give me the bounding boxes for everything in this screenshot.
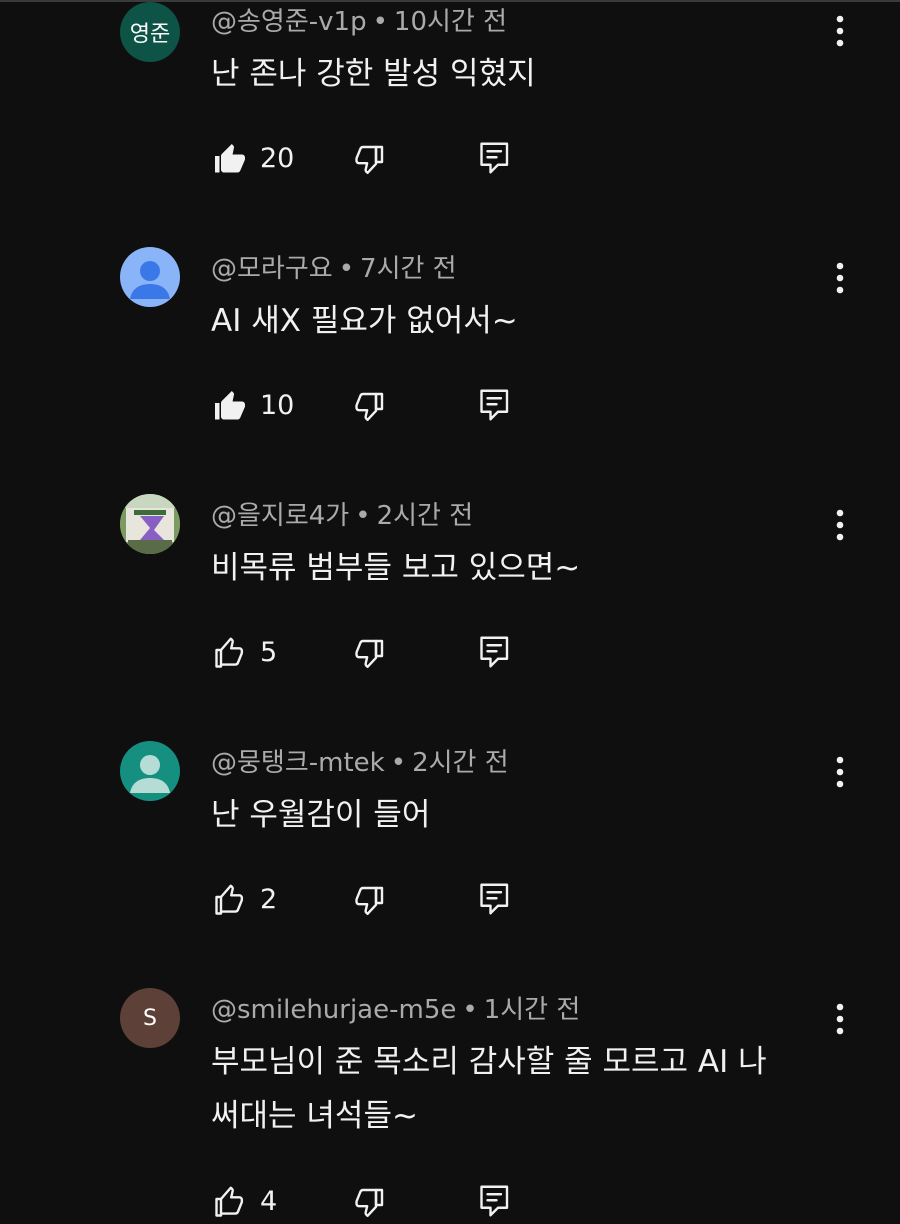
- avatar[interactable]: S: [120, 988, 180, 1048]
- meta-separator: •: [338, 254, 355, 284]
- thumb-up-icon: [212, 388, 248, 424]
- comment-reply-icon: [477, 1182, 513, 1220]
- reply-button[interactable]: [477, 386, 513, 424]
- comment-author[interactable]: @모라구요: [211, 254, 333, 284]
- thumb-up-icon: [212, 882, 248, 918]
- dislike-button[interactable]: [352, 882, 388, 918]
- avatar[interactable]: 영준: [120, 2, 180, 62]
- comment-text: 부모님이 준 목소리 감사할 줄 모르고 AI 나 써대는 녀석들~: [211, 1044, 767, 1134]
- like-count: 2: [260, 884, 278, 915]
- comment-time: 10시간 전: [393, 7, 508, 37]
- top-edge: [0, 0, 900, 2]
- comment-reply-icon: [477, 139, 513, 177]
- comment-author[interactable]: @뭉탱크-mtek: [211, 748, 385, 778]
- like-button[interactable]: 4: [212, 1184, 277, 1220]
- more-vertical-icon[interactable]: [824, 999, 856, 1039]
- like-button[interactable]: 10: [212, 388, 294, 424]
- dislike-button[interactable]: [352, 1184, 388, 1220]
- more-vertical-icon[interactable]: [824, 258, 856, 298]
- meta-separator: •: [355, 501, 371, 531]
- comment-author[interactable]: @송영준-v1p: [211, 7, 367, 37]
- meta-separator: •: [390, 748, 407, 778]
- thumb-up-icon: [212, 635, 248, 671]
- meta-separator: •: [372, 7, 388, 37]
- avatar[interactable]: [120, 741, 180, 801]
- reply-button[interactable]: [477, 880, 513, 918]
- meta-separator: •: [462, 995, 478, 1025]
- comment-time: 2시간 전: [376, 501, 474, 531]
- comment-author[interactable]: @smilehurjae-m5e: [211, 995, 456, 1025]
- comment-text: 난 우월감이 들어: [211, 797, 431, 833]
- avatar-initials: S: [143, 1005, 157, 1031]
- thumb-up-icon: [212, 141, 248, 177]
- comment-time: 1시간 전: [483, 995, 581, 1025]
- dislike-button[interactable]: [352, 388, 388, 424]
- comment-meta: @송영준-v1p • 10시간 전: [211, 5, 507, 39]
- like-button[interactable]: 20: [212, 141, 294, 177]
- more-vertical-icon[interactable]: [824, 11, 856, 51]
- reply-button[interactable]: [477, 633, 513, 671]
- avatar[interactable]: [120, 494, 180, 554]
- dislike-button[interactable]: [352, 141, 388, 177]
- more-vertical-icon[interactable]: [824, 505, 856, 545]
- like-count: 20: [260, 143, 295, 174]
- avatar-initials: 영준: [129, 22, 171, 47]
- avatar-photo: [120, 494, 180, 554]
- thumb-down-icon: [352, 1184, 388, 1220]
- comment-reply-icon: [477, 880, 513, 918]
- default-avatar-icon: [130, 261, 170, 299]
- reply-button[interactable]: [477, 139, 513, 177]
- like-count: 4: [260, 1186, 278, 1217]
- avatar[interactable]: [120, 247, 180, 307]
- comment-meta: @smilehurjae-m5e • 1시간 전: [211, 993, 580, 1027]
- comment-reply-icon: [477, 386, 513, 424]
- comment-text: 난 존나 강한 발성 익혔지: [211, 56, 536, 92]
- more-vertical-icon[interactable]: [824, 752, 856, 792]
- like-button[interactable]: 2: [212, 882, 277, 918]
- thumb-up-icon: [212, 1184, 248, 1220]
- comment-meta: @을지로4가 • 2시간 전: [211, 499, 473, 533]
- comment-time: 2시간 전: [412, 748, 509, 778]
- like-button[interactable]: 5: [212, 635, 277, 671]
- comment-text: 비목류 범부들 보고 있으면~: [211, 550, 581, 586]
- thumb-down-icon: [352, 635, 388, 671]
- like-count: 10: [260, 390, 295, 421]
- comment-reply-icon: [477, 633, 513, 671]
- like-count: 5: [260, 637, 278, 668]
- reply-button[interactable]: [477, 1182, 513, 1220]
- thumb-down-icon: [352, 141, 388, 177]
- comment-text: AI 새X 필요가 없어서~: [211, 303, 518, 339]
- thumb-down-icon: [352, 882, 388, 918]
- comment-time: 7시간 전: [360, 254, 457, 284]
- thumb-down-icon: [352, 388, 388, 424]
- comment-meta: @모라구요 • 7시간 전: [211, 252, 457, 286]
- dislike-button[interactable]: [352, 635, 388, 671]
- comment-author[interactable]: @을지로4가: [211, 501, 349, 531]
- comment-meta: @뭉탱크-mtek • 2시간 전: [211, 746, 509, 780]
- default-avatar-icon: [130, 755, 170, 793]
